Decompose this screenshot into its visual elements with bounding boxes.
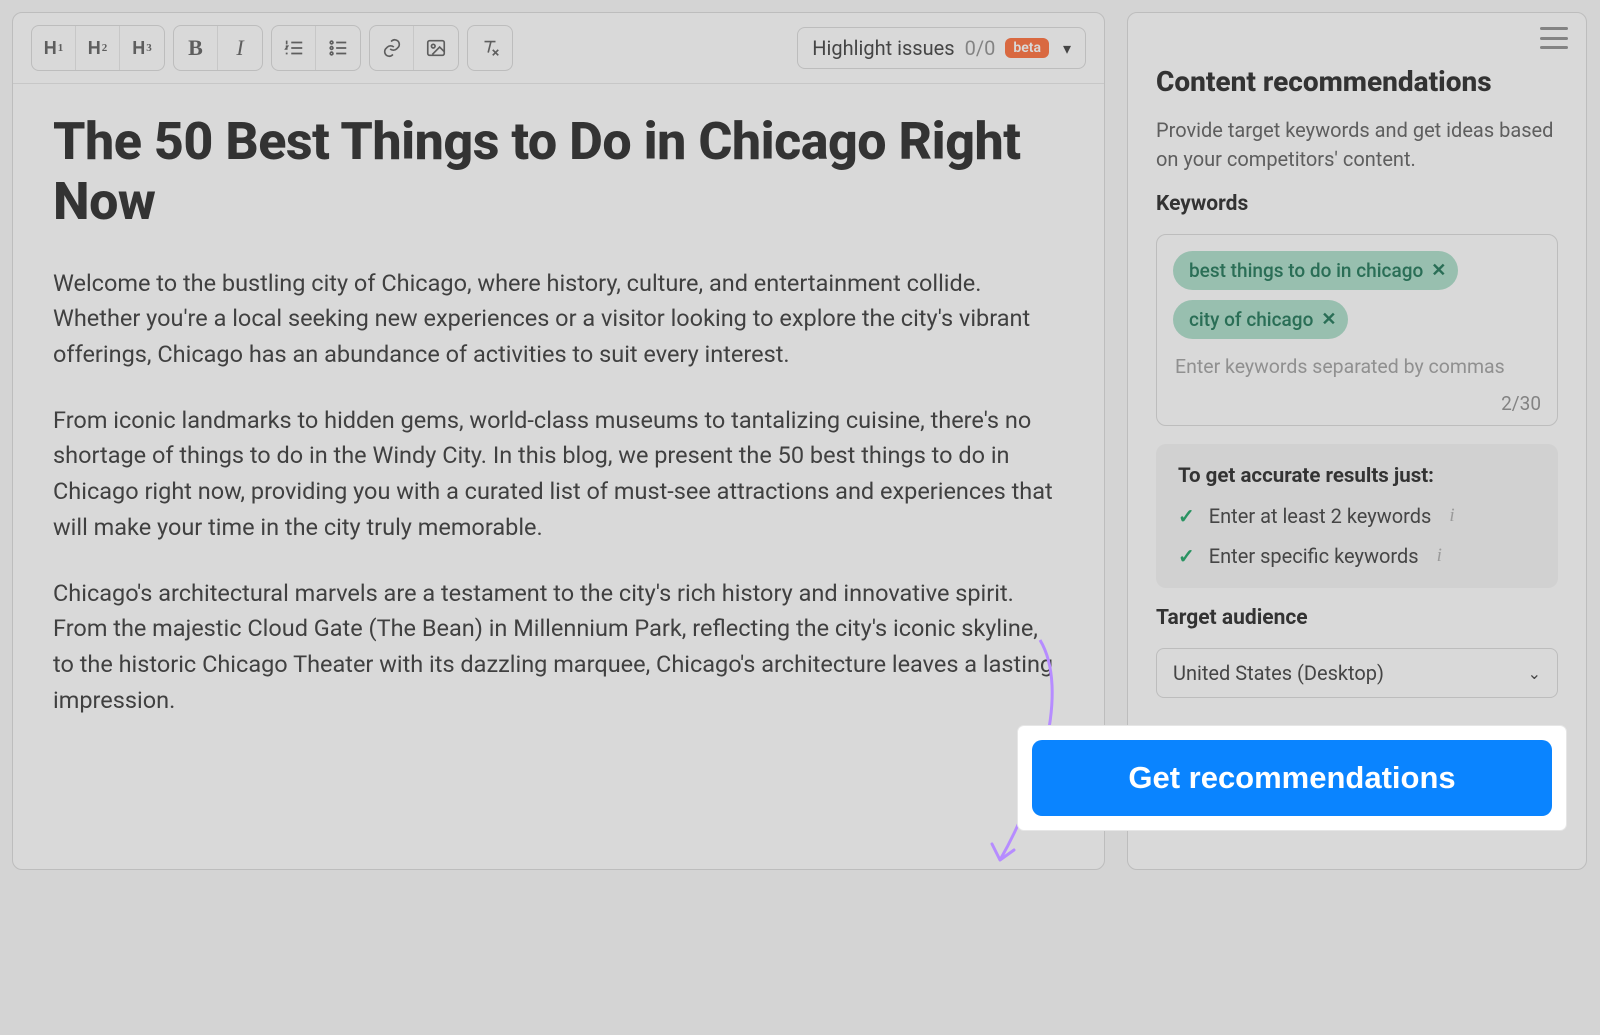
unordered-list-button[interactable] [316,26,360,70]
clear-format-button[interactable] [468,26,512,70]
cta-highlight-wrap: Get recommendations [1018,726,1566,830]
check-icon: ✓ [1178,504,1195,528]
keywords-count: 2/30 [1173,392,1541,415]
keywords-label: Keywords [1156,192,1558,216]
info-icon[interactable]: i [1449,505,1454,527]
tips-title: To get accurate results just: [1178,464,1536,488]
highlight-label: Highlight issues [812,36,954,60]
ordered-list-button[interactable] [272,26,316,70]
sidebar-title: Content recommendations [1156,65,1558,98]
clear-group [467,25,513,71]
image-icon [425,37,447,59]
h2-button[interactable]: H2 [76,26,120,70]
bold-button[interactable]: B [174,26,218,70]
chevron-down-icon: ⌄ [1528,664,1541,683]
tip-text: Enter specific keywords [1209,544,1419,568]
audience-value: United States (Desktop) [1173,661,1384,685]
unordered-list-icon [327,37,349,59]
remove-keyword-icon[interactable]: ✕ [1321,309,1336,330]
link-button[interactable] [370,26,414,70]
keyword-chip-text: city of chicago [1189,308,1313,331]
editor-toolbar: H1 H2 H3 B I [13,13,1104,84]
tip-row: ✓ Enter at least 2 keywords i [1178,504,1536,528]
clear-format-icon [479,37,501,59]
document-paragraph[interactable]: Welcome to the bustling city of Chicago,… [53,266,1064,373]
tip-text: Enter at least 2 keywords [1209,504,1432,528]
get-recommendations-button[interactable]: Get recommendations [1032,740,1552,816]
beta-badge: beta [1005,38,1049,58]
keyword-chip: city of chicago ✕ [1173,300,1348,339]
document-title[interactable]: The 50 Best Things to Do in Chicago Righ… [53,112,1064,232]
editor-panel: H1 H2 H3 B I [12,12,1105,870]
h3-button[interactable]: H3 [120,26,164,70]
recommendations-sidebar: Content recommendations Provide target k… [1127,12,1587,870]
editor-content[interactable]: The 50 Best Things to Do in Chicago Righ… [13,84,1104,869]
document-paragraph[interactable]: From iconic landmarks to hidden gems, wo… [53,403,1064,546]
list-group [271,25,361,71]
sidebar-subtitle: Provide target keywords and get ideas ba… [1156,116,1558,174]
keyword-chip: best things to do in chicago ✕ [1173,251,1458,290]
chevron-down-icon: ▾ [1063,39,1071,58]
audience-select[interactable]: United States (Desktop) ⌄ [1156,648,1558,698]
link-icon [381,37,403,59]
image-button[interactable] [414,26,458,70]
document-paragraph[interactable]: Chicago's architectural marvels are a te… [53,576,1064,719]
info-icon[interactable]: i [1437,545,1442,567]
remove-keyword-icon[interactable]: ✕ [1431,260,1446,281]
keywords-placeholder: Enter keywords separated by commas [1173,351,1541,380]
italic-button[interactable]: I [218,26,262,70]
heading-group: H1 H2 H3 [31,25,165,71]
tip-row: ✓ Enter specific keywords i [1178,544,1536,568]
highlight-count: 0/0 [965,36,996,60]
keyword-chip-text: best things to do in chicago [1189,259,1423,282]
h1-button[interactable]: H1 [32,26,76,70]
tips-box: To get accurate results just: ✓ Enter at… [1156,444,1558,588]
audience-label: Target audience [1156,606,1558,630]
highlight-issues-toggle[interactable]: Highlight issues 0/0 beta ▾ [797,27,1086,69]
insert-group [369,25,459,71]
ordered-list-icon [283,37,305,59]
check-icon: ✓ [1178,544,1195,568]
sidebar-menu-icon[interactable] [1540,27,1568,49]
style-group: B I [173,25,263,71]
keywords-input-box[interactable]: best things to do in chicago ✕ city of c… [1156,234,1558,426]
